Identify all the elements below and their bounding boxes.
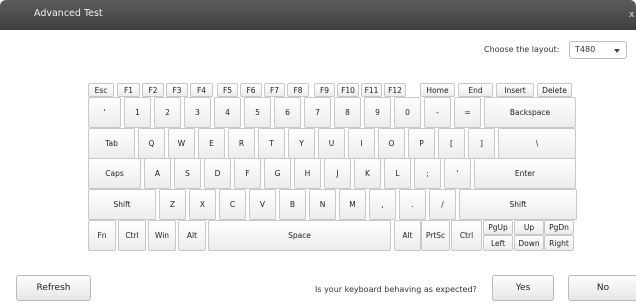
key-f1[interactable]: F1 bbox=[117, 83, 140, 97]
key-i[interactable]: I bbox=[348, 128, 375, 159]
key-j[interactable]: J bbox=[324, 158, 351, 189]
key-enter[interactable]: Enter bbox=[474, 158, 576, 189]
key-shift[interactable]: Shift bbox=[88, 189, 156, 220]
key-semicolon[interactable]: ; bbox=[414, 158, 441, 189]
key-1[interactable]: 1 bbox=[124, 97, 151, 128]
key-ctrl[interactable]: Ctrl bbox=[118, 220, 146, 251]
key-w[interactable]: W bbox=[168, 128, 195, 159]
key-esc[interactable]: Esc bbox=[88, 83, 114, 97]
key-left[interactable]: Left bbox=[483, 235, 513, 251]
key-a[interactable]: A bbox=[144, 158, 171, 189]
title-bar: Advanced Test x bbox=[0, 0, 636, 30]
key-f5[interactable]: F5 bbox=[217, 83, 238, 97]
key-period[interactable]: . bbox=[399, 189, 426, 220]
key-n[interactable]: N bbox=[309, 189, 336, 220]
key-delete[interactable]: Delete bbox=[537, 83, 572, 97]
key-f10[interactable]: F10 bbox=[337, 83, 359, 97]
key-3[interactable]: 3 bbox=[184, 97, 211, 128]
key-t[interactable]: T bbox=[258, 128, 285, 159]
keyboard-question: Is your keyboard behaving as expected? bbox=[315, 285, 477, 294]
key-f3[interactable]: F3 bbox=[166, 83, 188, 97]
chevron-down-icon bbox=[614, 49, 620, 53]
layout-label: Choose the layout: bbox=[484, 45, 560, 54]
layout-select[interactable]: T480 bbox=[569, 41, 627, 59]
key-6[interactable]: 6 bbox=[274, 97, 301, 128]
key-right-bracket[interactable]: ] bbox=[468, 128, 495, 159]
key-x[interactable]: X bbox=[189, 189, 216, 220]
layout-select-value: T480 bbox=[575, 45, 596, 54]
key-equals[interactable]: = bbox=[454, 97, 481, 128]
key-7[interactable]: 7 bbox=[304, 97, 331, 128]
key-u[interactable]: U bbox=[318, 128, 345, 159]
key-slash[interactable]: / bbox=[429, 189, 456, 220]
key-f6[interactable]: F6 bbox=[240, 83, 262, 97]
no-button[interactable]: No bbox=[568, 275, 636, 301]
key-c[interactable]: C bbox=[219, 189, 246, 220]
key-f8[interactable]: F8 bbox=[287, 83, 309, 97]
key-r[interactable]: R bbox=[228, 128, 255, 159]
key-0[interactable]: 0 bbox=[394, 97, 421, 128]
key-win[interactable]: Win bbox=[148, 220, 176, 251]
key-end[interactable]: End bbox=[458, 83, 493, 97]
key-h[interactable]: H bbox=[294, 158, 321, 189]
key-p[interactable]: P bbox=[408, 128, 435, 159]
key-f[interactable]: F bbox=[234, 158, 261, 189]
key-shift-right[interactable]: Shift bbox=[459, 189, 577, 220]
key-v[interactable]: V bbox=[249, 189, 276, 220]
key-up[interactable]: Up bbox=[514, 220, 544, 235]
key-backslash[interactable]: \ bbox=[498, 128, 576, 159]
key-f12[interactable]: F12 bbox=[384, 83, 406, 97]
key-q[interactable]: Q bbox=[138, 128, 165, 159]
key-pgdn[interactable]: PgDn bbox=[544, 220, 574, 235]
key-s[interactable]: S bbox=[174, 158, 201, 189]
key-k[interactable]: K bbox=[354, 158, 381, 189]
key-home[interactable]: Home bbox=[420, 83, 455, 97]
window-title: Advanced Test bbox=[34, 8, 103, 19]
refresh-button[interactable]: Refresh bbox=[16, 275, 91, 301]
key-quote[interactable]: ' bbox=[444, 158, 471, 189]
key-tab[interactable]: Tab bbox=[88, 128, 135, 159]
key-alt[interactable]: Alt bbox=[178, 220, 206, 251]
key-m[interactable]: M bbox=[339, 189, 366, 220]
key-l[interactable]: L bbox=[384, 158, 411, 189]
key-comma[interactable]: , bbox=[369, 189, 396, 220]
key-alt-right[interactable]: Alt bbox=[394, 220, 421, 251]
key-4[interactable]: 4 bbox=[214, 97, 241, 128]
key-f4[interactable]: F4 bbox=[190, 83, 213, 97]
key-prtsc[interactable]: PrtSc bbox=[421, 220, 450, 251]
key-z[interactable]: Z bbox=[159, 189, 186, 220]
key-5[interactable]: 5 bbox=[244, 97, 271, 128]
key-caps[interactable]: Caps bbox=[88, 158, 141, 189]
key-pgup[interactable]: PgUp bbox=[483, 220, 513, 235]
key-y[interactable]: Y bbox=[288, 128, 315, 159]
key-2[interactable]: 2 bbox=[154, 97, 181, 128]
key-f9[interactable]: F9 bbox=[314, 83, 335, 97]
key-left-bracket[interactable]: [ bbox=[438, 128, 465, 159]
key-insert[interactable]: Insert bbox=[496, 83, 534, 97]
key-f7[interactable]: F7 bbox=[264, 83, 285, 97]
key-space[interactable]: Space bbox=[208, 220, 391, 251]
key-ctrl-right[interactable]: Ctrl bbox=[451, 220, 482, 251]
key-9[interactable]: 9 bbox=[364, 97, 391, 128]
key-backspace[interactable]: Backspace bbox=[484, 97, 576, 128]
key-down[interactable]: Down bbox=[514, 235, 544, 251]
key-g[interactable]: G bbox=[264, 158, 291, 189]
key-e[interactable]: E bbox=[198, 128, 225, 159]
close-icon[interactable]: x bbox=[629, 10, 634, 20]
yes-button[interactable]: Yes bbox=[492, 275, 554, 301]
key-apostrophe[interactable]: ' bbox=[88, 97, 121, 128]
key-f2[interactable]: F2 bbox=[142, 83, 164, 97]
key-right[interactable]: Right bbox=[544, 235, 574, 251]
key-b[interactable]: B bbox=[279, 189, 306, 220]
key-8[interactable]: 8 bbox=[334, 97, 361, 128]
key-f11[interactable]: F11 bbox=[361, 83, 382, 97]
key-d[interactable]: D bbox=[204, 158, 231, 189]
key-minus[interactable]: - bbox=[424, 97, 451, 128]
key-o[interactable]: O bbox=[378, 128, 405, 159]
key-fn[interactable]: Fn bbox=[88, 220, 116, 251]
